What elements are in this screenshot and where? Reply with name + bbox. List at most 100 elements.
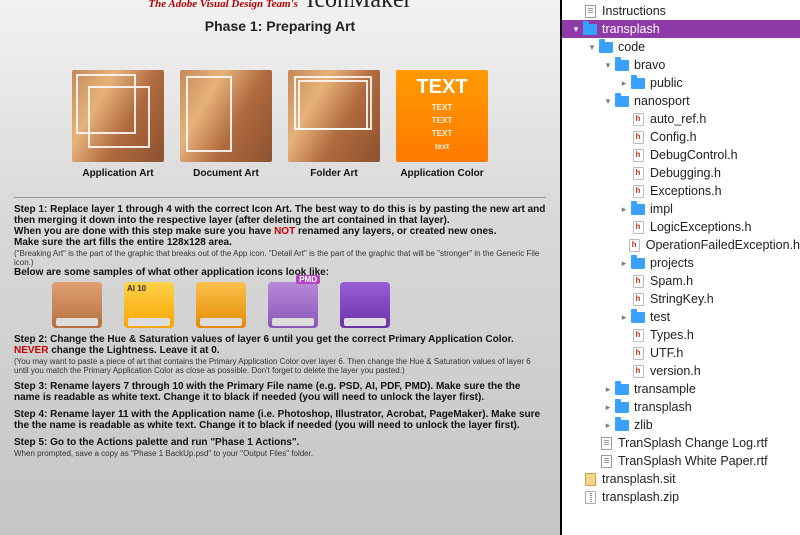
disclosure-triangle-icon[interactable] bbox=[618, 258, 630, 269]
tree-file[interactable]: TranSplash Change Log.rtf bbox=[562, 434, 800, 452]
tree-folder[interactable]: zlib bbox=[562, 416, 800, 434]
doc-header: The Adobe Visual Design Team's IconMaker bbox=[0, 0, 560, 16]
tree-item-label: test bbox=[650, 310, 670, 324]
thumb-label: Document Art bbox=[180, 168, 272, 179]
iconmaker-document: Version 2.0 developed by Jorge Tello x84… bbox=[0, 0, 562, 535]
tree-item-label: transplash bbox=[602, 22, 660, 36]
tree-folder[interactable]: transample bbox=[562, 380, 800, 398]
tree-file[interactable]: Config.h bbox=[562, 128, 800, 146]
file-tree[interactable]: Instructions transplash code bravo public nan… bbox=[562, 0, 800, 535]
tree-file[interactable]: TranSplash White Paper.rtf bbox=[562, 452, 800, 470]
disclosure-triangle-icon[interactable] bbox=[602, 384, 614, 395]
tree-file[interactable]: Instructions bbox=[562, 2, 800, 20]
tree-item-label: public bbox=[650, 76, 683, 90]
phase-heading: Phase 1: Preparing Art bbox=[0, 18, 560, 34]
tree-file[interactable]: OperationFailedException.h bbox=[562, 236, 800, 254]
disclosure-triangle-icon[interactable] bbox=[618, 204, 630, 215]
thumb-application-color: TEXTTEXTTEXTTEXTtext Application Color bbox=[396, 70, 488, 179]
tree-item-label: impl bbox=[650, 202, 673, 216]
thumb-label: Folder Art bbox=[288, 168, 380, 179]
tree-folder[interactable]: projects bbox=[562, 254, 800, 272]
thumb-application-art: Application Art bbox=[72, 70, 164, 179]
tree-item-label: Config.h bbox=[650, 130, 697, 144]
folder-icon bbox=[582, 22, 598, 36]
sit-file-icon bbox=[582, 472, 598, 486]
tree-item-label: DebugControl.h bbox=[650, 148, 738, 162]
tree-item-label: TranSplash Change Log.rtf bbox=[618, 436, 768, 450]
folder-icon bbox=[614, 94, 630, 108]
tree-item-label: version.h bbox=[650, 364, 701, 378]
thumb-folder-art: Folder Art bbox=[288, 70, 380, 179]
tree-folder[interactable]: transplash bbox=[562, 20, 800, 38]
header-file-icon bbox=[630, 364, 646, 378]
tree-item-label: Types.h bbox=[650, 328, 694, 342]
step-4: Step 4: Rename layer 11 with the Applica… bbox=[14, 409, 546, 431]
folder-icon bbox=[598, 40, 614, 54]
step-1: Step 1: Replace layer 1 through 4 with t… bbox=[14, 204, 546, 328]
thumb-label: Application Art bbox=[72, 168, 164, 179]
tree-item-label: transample bbox=[634, 382, 696, 396]
sample-icons-row bbox=[52, 282, 546, 328]
tree-file[interactable]: DebugControl.h bbox=[562, 146, 800, 164]
disclosure-triangle-icon[interactable] bbox=[602, 402, 614, 413]
tree-item-label: bravo bbox=[634, 58, 665, 72]
tree-file[interactable]: auto_ref.h bbox=[562, 110, 800, 128]
tree-item-label: projects bbox=[650, 256, 694, 270]
tree-folder[interactable]: code bbox=[562, 38, 800, 56]
rtf-file-icon bbox=[598, 436, 614, 450]
disclosure-triangle-icon[interactable] bbox=[618, 312, 630, 323]
tree-file[interactable]: UTF.h bbox=[562, 344, 800, 362]
tree-item-label: transplash.sit bbox=[602, 472, 676, 486]
sample-icon bbox=[196, 282, 246, 328]
tree-item-label: UTF.h bbox=[650, 346, 683, 360]
tree-file[interactable]: Exceptions.h bbox=[562, 182, 800, 200]
tree-file[interactable]: transplash.zip bbox=[562, 488, 800, 506]
tree-folder[interactable]: bravo bbox=[562, 56, 800, 74]
title-prefix: The Adobe Visual Design Team's bbox=[148, 0, 298, 10]
header-file-icon bbox=[627, 238, 642, 252]
tree-file[interactable]: StringKey.h bbox=[562, 290, 800, 308]
folder-icon bbox=[630, 310, 646, 324]
folder-icon bbox=[630, 256, 646, 270]
sample-icon bbox=[340, 282, 390, 328]
tree-item-label: transplash bbox=[634, 400, 692, 414]
header-file-icon bbox=[630, 328, 646, 342]
disclosure-triangle-icon[interactable] bbox=[618, 78, 630, 89]
header-file-icon bbox=[630, 346, 646, 360]
header-file-icon bbox=[630, 292, 646, 306]
tree-file[interactable]: LogicExceptions.h bbox=[562, 218, 800, 236]
tree-folder[interactable]: public bbox=[562, 74, 800, 92]
folder-icon bbox=[614, 400, 630, 414]
tree-item-label: nanosport bbox=[634, 94, 690, 108]
disclosure-triangle-icon[interactable] bbox=[586, 42, 598, 53]
disclosure-triangle-icon[interactable] bbox=[602, 96, 614, 107]
tree-item-label: Exceptions.h bbox=[650, 184, 722, 198]
header-file-icon bbox=[630, 166, 646, 180]
disclosure-triangle-icon[interactable] bbox=[570, 24, 582, 35]
rtf-file-icon bbox=[582, 4, 598, 18]
disclosure-triangle-icon[interactable] bbox=[602, 60, 614, 71]
disclosure-triangle-icon[interactable] bbox=[602, 420, 614, 431]
folder-icon bbox=[630, 202, 646, 216]
tree-folder[interactable]: impl bbox=[562, 200, 800, 218]
steps-panel: Step 1: Replace layer 1 through 4 with t… bbox=[14, 197, 546, 458]
tree-file[interactable]: Types.h bbox=[562, 326, 800, 344]
tree-item-label: TranSplash White Paper.rtf bbox=[618, 454, 768, 468]
tree-item-label: auto_ref.h bbox=[650, 112, 706, 126]
zip-file-icon bbox=[582, 490, 598, 504]
folder-icon bbox=[614, 382, 630, 396]
tree-folder[interactable]: nanosport bbox=[562, 92, 800, 110]
folder-icon bbox=[614, 418, 630, 432]
tree-item-label: LogicExceptions.h bbox=[650, 220, 751, 234]
tree-folder[interactable]: test bbox=[562, 308, 800, 326]
header-file-icon bbox=[630, 112, 646, 126]
tree-file[interactable]: version.h bbox=[562, 362, 800, 380]
tree-folder[interactable]: transplash bbox=[562, 398, 800, 416]
tree-item-label: zlib bbox=[634, 418, 653, 432]
tree-item-label: transplash.zip bbox=[602, 490, 679, 504]
tree-file[interactable]: transplash.sit bbox=[562, 470, 800, 488]
sample-icon-pmd bbox=[268, 282, 318, 328]
rtf-file-icon bbox=[598, 454, 614, 468]
tree-file[interactable]: Debugging.h bbox=[562, 164, 800, 182]
tree-file[interactable]: Spam.h bbox=[562, 272, 800, 290]
